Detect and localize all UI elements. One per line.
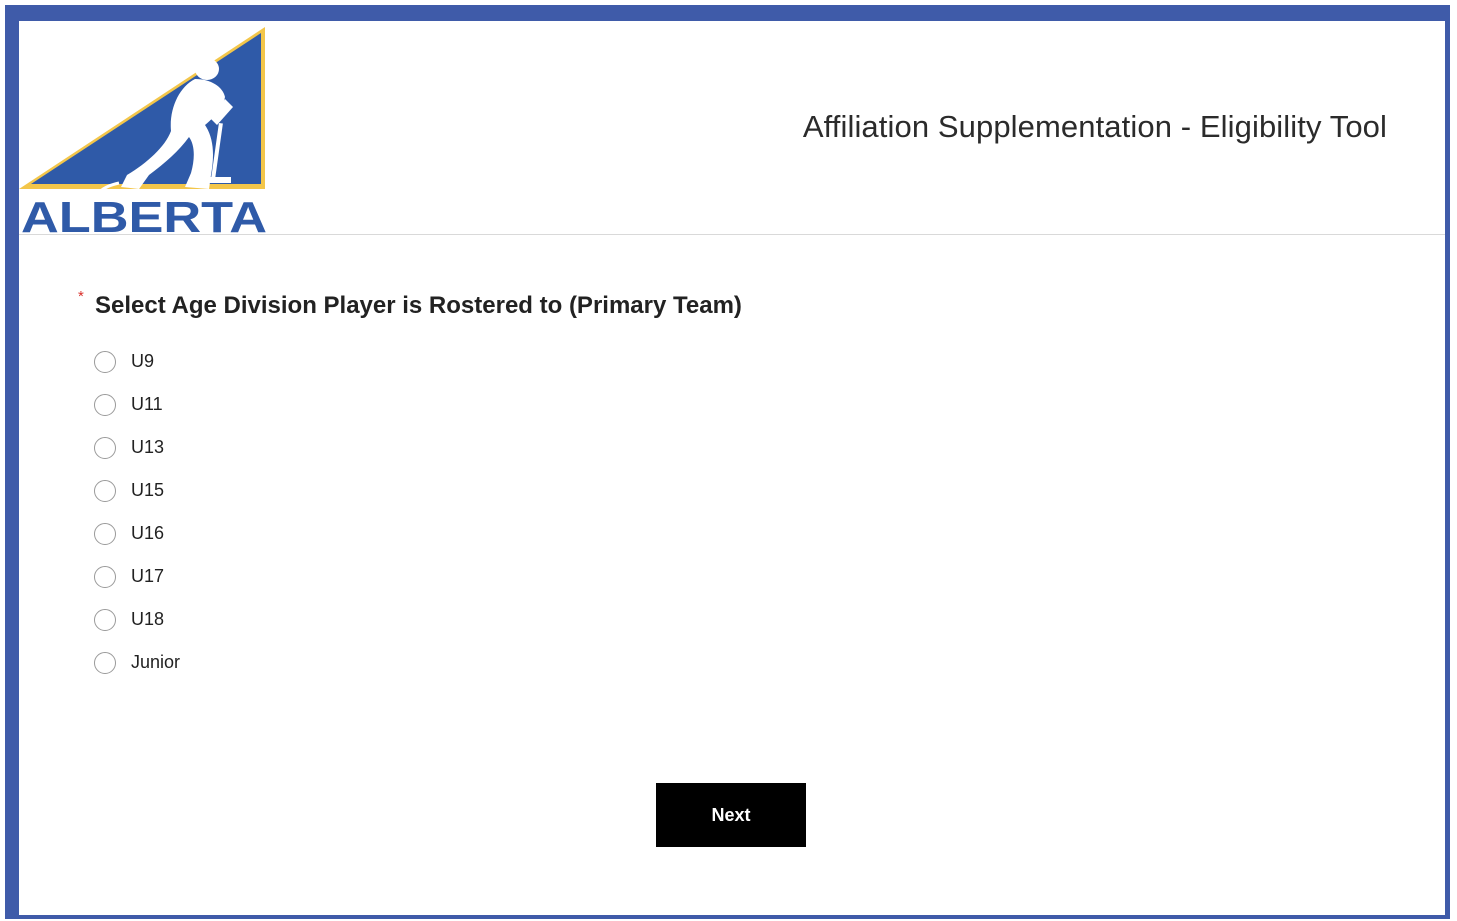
radio-label[interactable]: U9	[131, 351, 154, 372]
hockey-alberta-logo: ALBERTA	[19, 27, 271, 234]
radio-button[interactable]	[94, 652, 116, 674]
radio-label[interactable]: U11	[131, 394, 163, 415]
radio-button[interactable]	[94, 523, 116, 545]
radio-label[interactable]: U17	[131, 566, 164, 587]
radio-button[interactable]	[94, 437, 116, 459]
radio-button[interactable]	[94, 351, 116, 373]
radio-button[interactable]	[94, 609, 116, 631]
logo-text: ALBERTA	[21, 193, 267, 234]
radio-button[interactable]	[94, 480, 116, 502]
radio-label[interactable]: U15	[131, 480, 164, 501]
required-indicator: *	[78, 288, 84, 305]
radio-label[interactable]: U16	[131, 523, 164, 544]
question-label: Select Age Division Player is Rostered t…	[95, 292, 742, 319]
app-title: Affiliation Supplementation - Eligibilit…	[802, 109, 1387, 144]
radio-label[interactable]: Junior	[131, 652, 180, 673]
radio-label[interactable]: U13	[131, 437, 164, 458]
radio-label[interactable]: U18	[131, 609, 164, 630]
header: ALBERTA Affiliation Supplementation - El…	[19, 21, 1445, 235]
radio-button[interactable]	[94, 394, 116, 416]
next-button[interactable]: Next	[656, 783, 806, 847]
radio-button[interactable]	[94, 566, 116, 588]
